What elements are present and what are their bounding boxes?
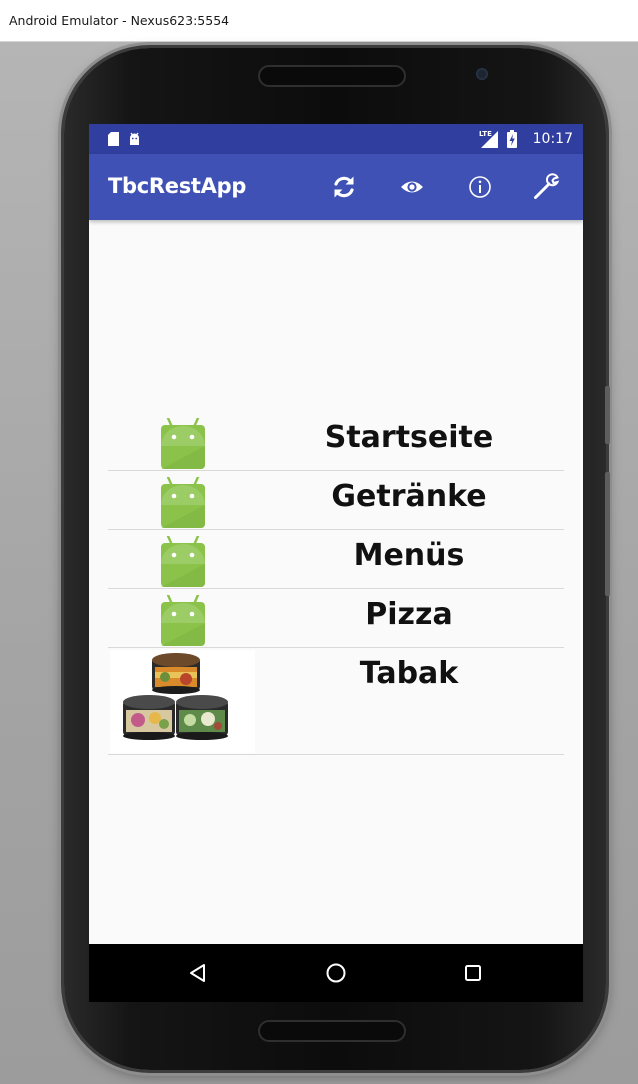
list-item[interactable]: Startseite [108, 412, 564, 471]
android-icon [161, 418, 205, 469]
window-title: Android Emulator - Nexus623:5554 [9, 13, 230, 28]
list-item-label: Pizza [365, 597, 453, 632]
refresh-button[interactable] [326, 169, 362, 205]
front-camera [476, 68, 488, 80]
list-item[interactable]: Pizza [108, 589, 564, 648]
navigation-bar [89, 944, 583, 1002]
android-notification-icon [130, 132, 139, 145]
recents-icon [465, 965, 481, 981]
android-icon [161, 595, 205, 646]
list-item[interactable]: Tabak [108, 648, 564, 755]
home-icon [326, 963, 346, 983]
home-button[interactable] [318, 955, 354, 991]
info-icon [469, 176, 491, 198]
list-item-label: Tabak [359, 656, 459, 691]
top-speaker [258, 65, 406, 87]
android-icon [161, 536, 205, 587]
list-item-label: Getränke [331, 479, 487, 514]
wrench-icon [534, 173, 560, 199]
status-bar: LTE 10:17 [89, 124, 583, 154]
signal-icon [481, 131, 498, 148]
refresh-icon [334, 176, 354, 198]
power-button[interactable] [605, 386, 610, 444]
eye-icon [401, 181, 423, 193]
back-icon [190, 964, 205, 982]
list-item-label: Menüs [353, 538, 465, 573]
view-button[interactable] [394, 169, 430, 205]
settings-button[interactable] [528, 169, 564, 205]
device-screen: LTE 10:17 TbcRestApp Startseite Getränke… [89, 124, 583, 1002]
recents-button[interactable] [455, 955, 491, 991]
app-bar: TbcRestApp [89, 154, 583, 220]
list-item-label: Startseite [324, 420, 494, 455]
status-time: 10:17 [532, 131, 573, 147]
list-item[interactable]: Getränke [108, 471, 564, 530]
tobacco-tins-image [110, 650, 255, 753]
sd-card-icon [108, 132, 119, 146]
list-item[interactable]: Menüs [108, 530, 564, 589]
emulator-title-bar: Android Emulator - Nexus623:5554 [0, 0, 638, 42]
info-button[interactable] [462, 169, 498, 205]
battery-charging-icon [507, 130, 517, 148]
back-button[interactable] [180, 955, 216, 991]
bottom-speaker [258, 1020, 406, 1042]
app-title: TbcRestApp [108, 174, 247, 198]
android-icon [161, 477, 205, 528]
volume-button[interactable] [605, 472, 610, 596]
menu-list: Startseite Getränke Menüs Pizza Tabak [108, 412, 564, 755]
